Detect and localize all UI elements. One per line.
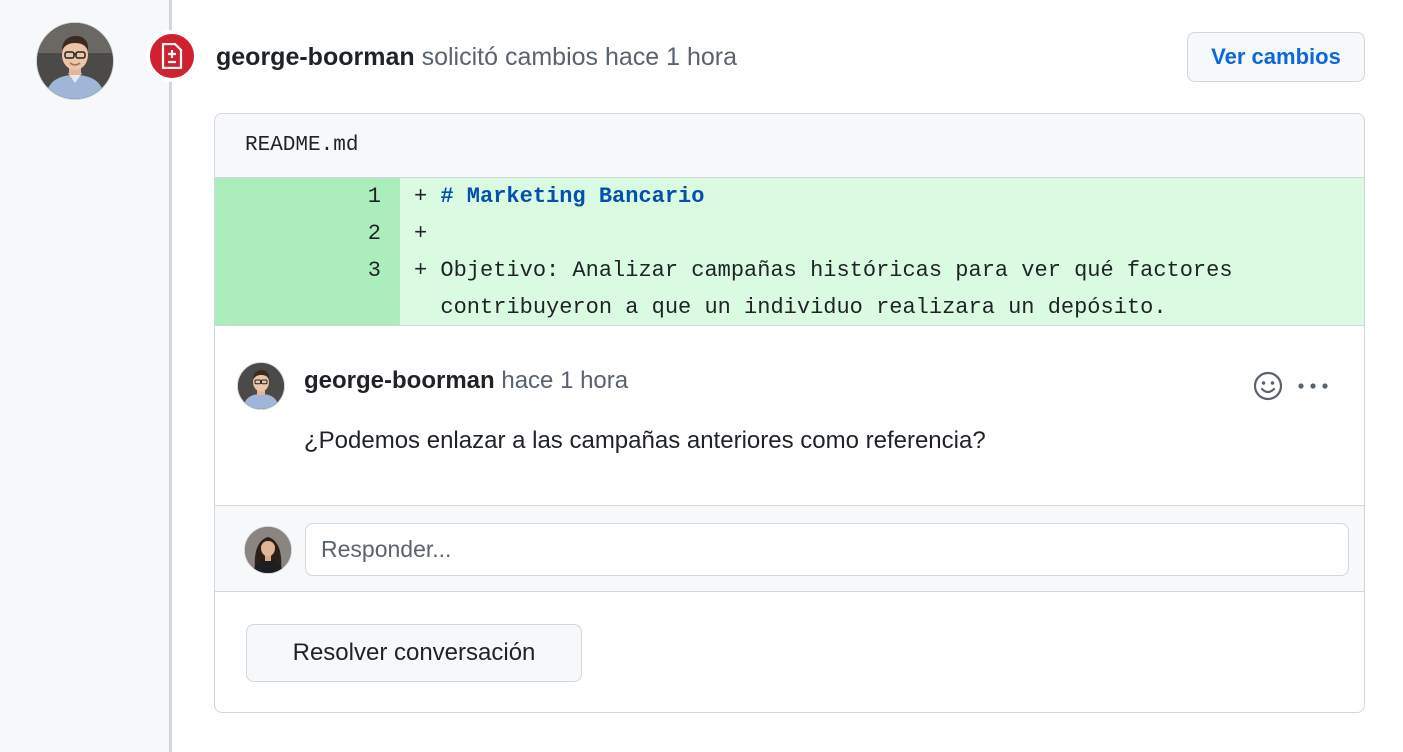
resolve-conversation-button[interactable]: Resolver conversación: [246, 624, 582, 682]
file-name[interactable]: README.md: [215, 114, 1364, 178]
timeline-gutter: [0, 0, 172, 752]
line-number[interactable]: 2: [215, 215, 400, 252]
review-header: george-boorman solicitó cambios hace 1 h…: [216, 40, 737, 74]
comment-author-name[interactable]: george-boorman: [304, 367, 495, 394]
diff-line: 2 +: [215, 215, 1364, 252]
reviewer-avatar[interactable]: [36, 22, 114, 100]
line-number[interactable]: 3: [215, 252, 400, 289]
line-number[interactable]: 1: [215, 178, 400, 215]
diff-marker: +: [414, 258, 428, 283]
smiley-icon[interactable]: [1252, 370, 1284, 402]
avatar-man-image: [238, 363, 284, 409]
diff-marker: +: [414, 184, 428, 209]
diff-line: 1 + # Marketing Bancario: [215, 178, 1364, 215]
diff-code: + # Marketing Bancario: [400, 178, 1364, 215]
comment-body: ¿Podemos enlazar a las campañas anterior…: [304, 427, 986, 454]
line-number: [215, 289, 400, 326]
diff-code: contribuyeron a que un individuo realiza…: [400, 289, 1364, 326]
diff-code-text: # Marketing Bancario: [440, 184, 705, 209]
diff-code: + Objetivo: Analizar campañas históricas…: [400, 252, 1364, 289]
diff-line: 3 + Objetivo: Analizar campañas históric…: [215, 252, 1364, 289]
diff-hunk: 1 + # Marketing Bancario 2 + 3 + Objetiv…: [215, 178, 1364, 326]
reviewer-name[interactable]: george-boorman: [216, 43, 415, 71]
comment-header: george-boorman hace 1 hora: [304, 365, 628, 397]
review-action-text: solicitó cambios hace 1 hora: [421, 43, 738, 71]
file-diff-icon: [161, 43, 183, 69]
kebab-horizontal-icon[interactable]: [1295, 370, 1331, 402]
diff-line-wrap: contribuyeron a que un individuo realiza…: [215, 289, 1364, 326]
comment-author-avatar[interactable]: [237, 362, 285, 410]
view-changes-button[interactable]: Ver cambios: [1187, 32, 1365, 82]
review-thread: README.md 1 + # Marketing Bancario 2 + 3…: [214, 113, 1365, 713]
avatar-man-image: [37, 23, 113, 99]
diff-code-text: contribuyeron a que un individuo realiza…: [440, 295, 1167, 320]
changes-requested-badge: [146, 30, 198, 82]
review-comment: george-boorman hace 1 hora ¿Podemos enla…: [215, 325, 1364, 506]
diff-code-text: Objetivo: Analizar campañas históricas p…: [440, 258, 1233, 283]
avatar-woman-image: [245, 527, 291, 573]
reply-bar: [215, 506, 1364, 592]
current-user-avatar[interactable]: [244, 526, 292, 574]
diff-marker: +: [414, 221, 428, 246]
comment-timestamp[interactable]: hace 1 hora: [501, 367, 628, 394]
reply-input[interactable]: [305, 523, 1349, 576]
diff-code: +: [400, 215, 1364, 252]
timeline-line: [169, 0, 172, 752]
